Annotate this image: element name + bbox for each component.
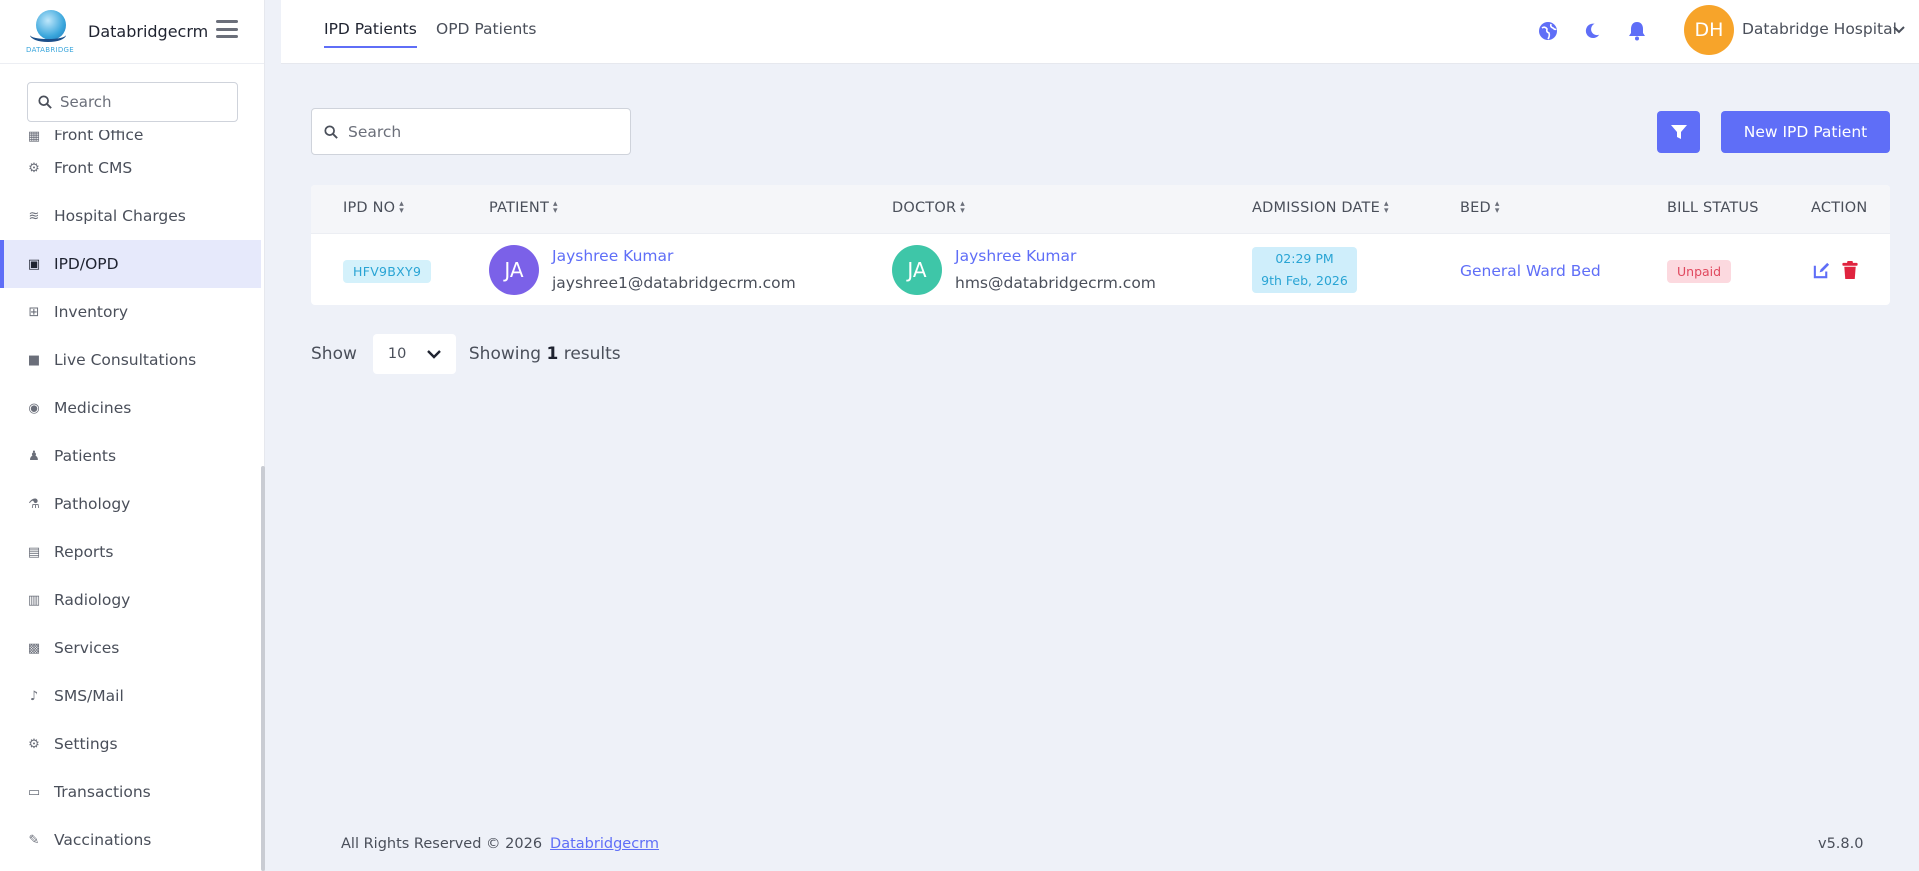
- sidebar: DATABRIDGE Databridgecrm ▦ Front Office …: [0, 0, 265, 871]
- new-ipd-patient-button[interactable]: New IPD Patient: [1721, 111, 1890, 153]
- cogs-icon: ⚙: [28, 736, 40, 752]
- doctor-avatar: JA: [892, 245, 942, 295]
- sidebar-item-patients[interactable]: ♟ Patients: [0, 432, 261, 480]
- patient-name-link[interactable]: Jayshree Kumar: [552, 247, 673, 265]
- sidebar-item-services[interactable]: ▩ Services: [0, 624, 261, 672]
- sidebar-item-pathology[interactable]: ⚗ Pathology: [0, 480, 261, 528]
- sidebar-search: [27, 82, 238, 122]
- sidebar-item-settings[interactable]: ⚙ Settings: [0, 720, 261, 768]
- admission-date-badge: 02:29 PM 9th Feb, 2026: [1252, 247, 1357, 293]
- syringe-icon: ✎: [28, 832, 40, 848]
- edit-icon[interactable]: [1811, 260, 1831, 280]
- pagination-row: Show 10 Showing 1 results: [311, 334, 621, 374]
- main-search-input[interactable]: [348, 122, 608, 141]
- brand-logo[interactable]: DATABRIDGE: [26, 8, 78, 56]
- calendar-icon: ▩: [27, 640, 41, 656]
- sidebar-item-hospital-charges[interactable]: ≋ Hospital Charges: [0, 192, 261, 240]
- version-label: v5.8.0: [1818, 836, 1864, 852]
- topbar: IPD Patients OPD Patients DH Databridge …: [281, 0, 1919, 64]
- coins-icon: ≋: [28, 208, 40, 224]
- filter-icon: [1670, 125, 1687, 139]
- table-header: IPD NO ▴ ▾ PATIENT ▴ ▾ DOCTOR ▴ ▾ ADMISSION DA…: [311, 185, 1890, 233]
- moon-icon[interactable]: [1581, 20, 1603, 42]
- footer: All Rights Reserved © 2026 Databridgecrm: [341, 836, 659, 852]
- delete-icon[interactable]: [1840, 260, 1860, 280]
- sidebar-item-vaccinations[interactable]: ✎ Vaccinations: [0, 816, 261, 864]
- file-icon: ▤: [27, 544, 41, 560]
- bill-status-badge: Unpaid: [1667, 260, 1732, 283]
- sidebar-item-front-office[interactable]: ▦ Front Office: [0, 130, 261, 144]
- user-name[interactable]: Databridge Hospital: [1742, 20, 1897, 38]
- search-icon: [38, 95, 52, 109]
- sidebar-item-reports[interactable]: ▤ Reports: [0, 528, 261, 576]
- sidebar-search-input[interactable]: [60, 93, 220, 111]
- sidebar-item-radiology[interactable]: ▥ Radiology: [0, 576, 261, 624]
- doctor-name-link[interactable]: Jayshree Kumar: [955, 247, 1076, 265]
- patient-avatar: JA: [489, 245, 539, 295]
- results-summary: Showing 1 results: [468, 344, 621, 364]
- column-action: ACTION: [1811, 200, 1868, 216]
- tab-ipd-patients[interactable]: IPD Patients: [324, 20, 417, 48]
- chevron-down-icon[interactable]: [1892, 23, 1906, 37]
- front-office-icon: ▦: [27, 130, 41, 144]
- capsules-icon: ◉: [28, 400, 40, 416]
- footer-link[interactable]: Databridgecrm: [550, 836, 659, 852]
- per-page-select[interactable]: 10: [372, 334, 456, 374]
- results-count: 1: [546, 344, 559, 364]
- column-bed[interactable]: BED ▴ ▾: [1460, 199, 1500, 217]
- cart-icon: ⊞: [28, 304, 40, 320]
- video-icon: ■: [27, 352, 41, 368]
- sort-icon: ▴ ▾: [1383, 199, 1389, 216]
- globe-icon[interactable]: [1537, 20, 1559, 42]
- brand-name: Databridgecrm: [88, 22, 209, 41]
- bell-icon[interactable]: [1626, 20, 1648, 42]
- brand: DATABRIDGE Databridgecrm: [0, 0, 264, 64]
- sidebar-item-live-consultations[interactable]: ■ Live Consultations: [0, 336, 261, 384]
- sidebar-menu: ▦ Front Office ⚙ Front CMS ≋ Hospital Ch…: [0, 130, 261, 871]
- admission-time: 02:29 PM: [1275, 251, 1334, 266]
- xray-icon: ▥: [27, 592, 41, 608]
- sidebar-item-front-cms[interactable]: ⚙ Front CMS: [0, 144, 261, 192]
- user-avatar[interactable]: DH: [1684, 5, 1734, 55]
- sort-icon: ▴ ▾: [1494, 199, 1500, 216]
- sort-icon: ▴ ▾: [960, 199, 965, 216]
- table-row: HFV9BXY9 JA Jayshree Kumar jayshree1@dat…: [311, 233, 1890, 305]
- flask-icon: ⚗: [28, 496, 40, 512]
- copyright-text: All Rights Reserved © 2026: [341, 836, 543, 852]
- sidebar-item-inventory[interactable]: ⊞ Inventory: [0, 288, 261, 336]
- sidebar-item-sms-mail[interactable]: ♪ SMS/Mail: [0, 672, 261, 720]
- column-admission-date[interactable]: ADMISSION DATE ▴ ▾: [1252, 199, 1389, 217]
- sort-icon: ▴ ▾: [553, 199, 558, 216]
- user-injured-icon: ♟: [28, 448, 40, 464]
- per-page-value: 10: [387, 346, 407, 362]
- clipboard-icon: ▣: [27, 256, 41, 272]
- column-ipd-no[interactable]: IPD NO ▴ ▾: [343, 199, 404, 217]
- show-label: Show: [311, 344, 357, 364]
- bell-icon: ♪: [29, 688, 39, 704]
- logo-text: DATABRIDGE: [26, 45, 75, 54]
- column-patient[interactable]: PATIENT ▴ ▾: [489, 199, 558, 217]
- hamburger-menu-icon[interactable]: [216, 20, 238, 38]
- column-bill-status: BILL STATUS: [1667, 200, 1759, 216]
- search-icon: [324, 124, 338, 139]
- ipd-patients-table: IPD NO ▴ ▾ PATIENT ▴ ▾ DOCTOR ▴ ▾ ADMISSION DA…: [311, 185, 1890, 305]
- chevron-down-icon: [427, 350, 441, 359]
- bed-link[interactable]: General Ward Bed: [1460, 262, 1601, 280]
- filter-button[interactable]: [1657, 111, 1700, 153]
- sidebar-item-transactions[interactable]: ▭ Transactions: [0, 768, 261, 816]
- admission-date: 9th Feb, 2026: [1261, 273, 1348, 288]
- sidebar-item-ipd-opd[interactable]: ▣ IPD/OPD: [0, 240, 261, 288]
- ipd-number-badge[interactable]: HFV9BXY9: [343, 260, 432, 283]
- money-icon: ▭: [27, 784, 41, 800]
- doctor-email: hms@databridgecrm.com: [955, 274, 1156, 292]
- sort-icon: ▴ ▾: [399, 199, 404, 216]
- sidebar-item-medicines[interactable]: ◉ Medicines: [0, 384, 261, 432]
- column-doctor[interactable]: DOCTOR ▴ ▾: [892, 199, 965, 217]
- gear-icon: ⚙: [28, 160, 40, 176]
- sidebar-scrollbar[interactable]: [261, 466, 265, 871]
- main-search: [311, 108, 631, 155]
- patient-email: jayshree1@databridgecrm.com: [552, 274, 796, 292]
- tab-opd-patients[interactable]: OPD Patients: [436, 20, 536, 46]
